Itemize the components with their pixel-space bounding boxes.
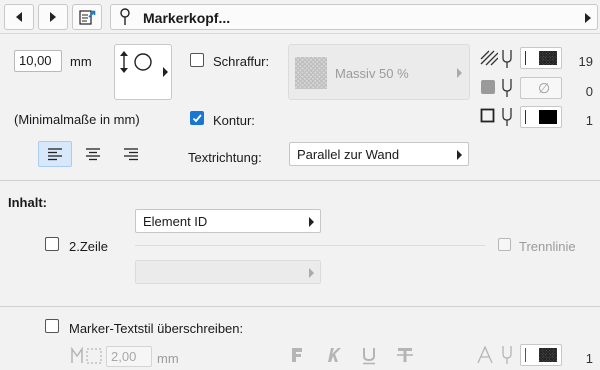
section-divider	[0, 306, 600, 307]
marker-size-unit: mm	[70, 54, 92, 69]
separator-line-preview	[135, 245, 485, 246]
align-center-icon	[86, 148, 100, 161]
panel-title: Markerkopf...	[143, 10, 231, 26]
export-settings-button[interactable]	[72, 4, 102, 30]
chevron-right-icon	[309, 217, 314, 227]
bold-icon[interactable]	[290, 347, 304, 363]
hatch-pattern-name: Massiv 50 %	[335, 66, 409, 81]
hatch-preview-swatch	[295, 57, 327, 89]
marker-size-input[interactable]: 10,00	[14, 50, 62, 72]
align-left-icon	[48, 148, 62, 161]
line2-checkbox[interactable]	[45, 237, 59, 251]
chevron-right-icon	[457, 68, 462, 78]
marker-circle-shape-icon	[120, 51, 152, 73]
pen-nib-icon	[502, 108, 512, 126]
hatch-checkbox[interactable]	[190, 53, 204, 67]
hatch-pen-swatch[interactable]	[520, 47, 562, 69]
text-pen-number: 1	[585, 351, 593, 366]
line1-content-dropdown[interactable]: Element ID	[135, 209, 321, 233]
black-color-swatch	[539, 110, 557, 124]
min-size-note: (Minimalmaße in mm)	[14, 112, 140, 127]
previous-button[interactable]	[4, 4, 34, 30]
outline-checkbox[interactable]	[190, 111, 204, 125]
content-heading: Inhalt:	[8, 195, 47, 210]
outline-pen-number: 1	[585, 113, 593, 128]
next-button[interactable]	[38, 4, 68, 30]
top-toolbar: Markerkopf...	[0, 0, 600, 34]
separator-line-checkbox[interactable]	[498, 238, 511, 251]
chevron-right-icon	[309, 268, 314, 278]
outline-pen-icon	[480, 108, 495, 123]
marker-shape-picker[interactable]	[114, 44, 172, 100]
align-right-icon	[124, 148, 138, 161]
hatch-pen-icon	[480, 50, 498, 66]
hatch-pattern-swatch	[539, 348, 557, 362]
section-divider	[0, 180, 600, 181]
text-direction-value: Parallel zur Wand	[297, 147, 400, 162]
hatch-pattern-picker[interactable]: Massiv 50 %	[288, 44, 470, 100]
line1-content-value: Element ID	[143, 214, 208, 229]
empty-pen-symbol: ∅	[538, 80, 551, 96]
text-size-unit: mm	[157, 351, 179, 366]
italic-icon[interactable]	[326, 347, 342, 363]
align-center-button[interactable]	[76, 141, 110, 167]
underline-icon[interactable]	[361, 347, 377, 365]
align-right-button[interactable]	[114, 141, 148, 167]
line2-content-dropdown[interactable]	[135, 260, 321, 284]
background-pen-swatch[interactable]: ∅	[520, 77, 562, 99]
marker-pin-icon	[120, 8, 130, 25]
hatch-pattern-swatch	[539, 51, 557, 65]
override-textstyle-label: Marker-Textstil überschreiben:	[69, 321, 244, 336]
document-export-icon	[79, 10, 96, 25]
chevron-right-icon	[457, 150, 462, 160]
separator-line-label: Trennlinie	[519, 239, 576, 254]
outline-label: Kontur:	[213, 113, 255, 128]
background-pen-number: 0	[585, 84, 593, 99]
arrow-left-icon	[16, 12, 22, 22]
align-left-button[interactable]	[38, 141, 72, 167]
fill-background-icon	[481, 80, 495, 94]
chevron-right-icon	[585, 13, 591, 23]
text-pen-icon	[477, 346, 493, 364]
text-size-input[interactable]: 2,00	[106, 346, 152, 367]
override-textstyle-checkbox[interactable]	[45, 319, 59, 333]
arrow-right-icon	[50, 12, 56, 22]
strikethrough-icon[interactable]	[396, 347, 414, 363]
text-direction-label: Textrichtung:	[188, 150, 262, 165]
pen-nib-icon	[502, 79, 512, 97]
text-size-icon	[71, 346, 102, 364]
panel-title-selector[interactable]: Markerkopf...	[110, 4, 598, 30]
line2-label: 2.Zeile	[69, 239, 109, 254]
pen-nib-icon	[502, 50, 512, 68]
hatch-pen-number: 19	[578, 54, 593, 69]
text-pen-swatch[interactable]	[520, 344, 562, 366]
outline-pen-swatch[interactable]	[520, 106, 562, 128]
chevron-right-icon	[163, 67, 168, 77]
text-direction-dropdown[interactable]: Parallel zur Wand	[289, 142, 469, 166]
hatch-label: Schraffur:	[213, 54, 270, 69]
checkmark-icon	[192, 114, 202, 123]
pen-nib-icon	[502, 346, 512, 364]
